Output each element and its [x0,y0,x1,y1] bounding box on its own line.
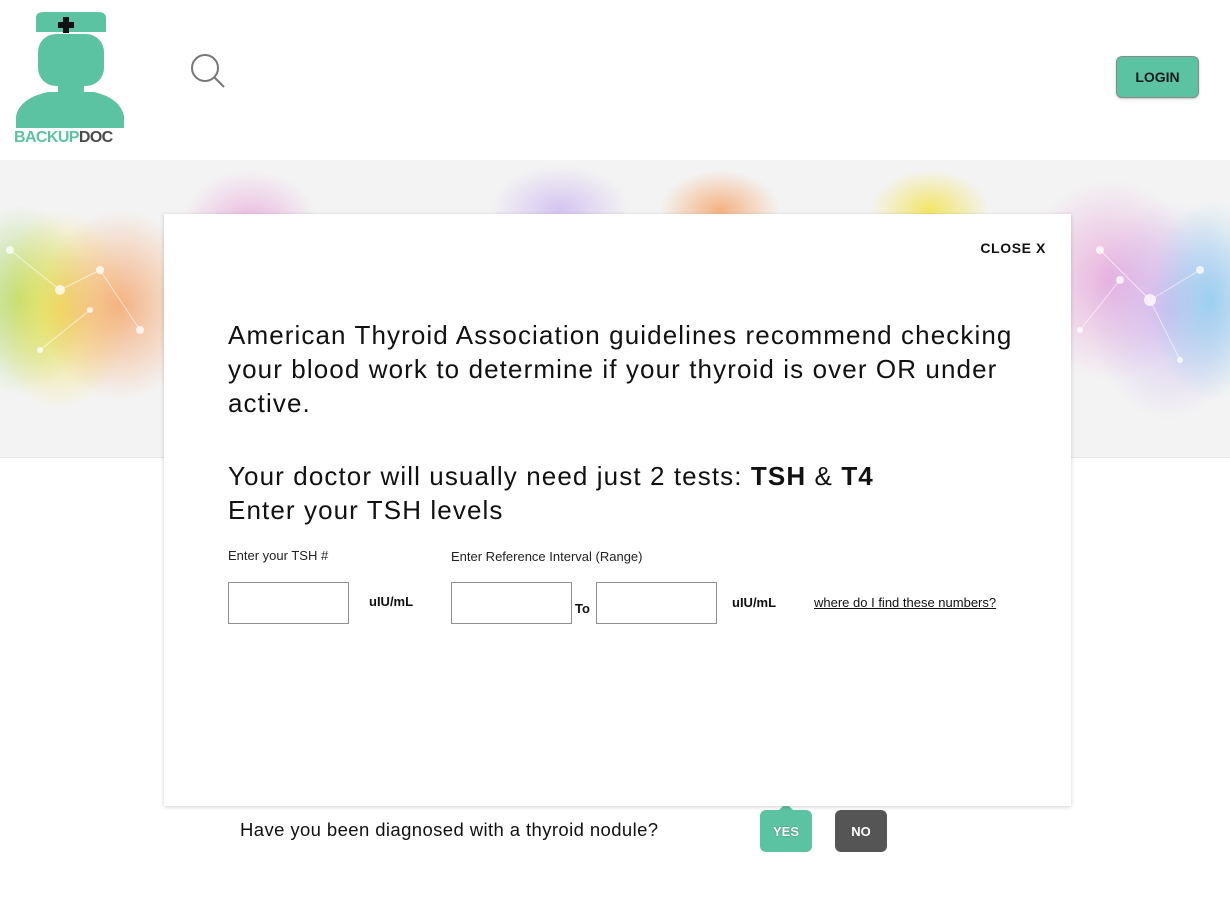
site-header: BACKUPDOC LOGIN [0,0,1230,160]
login-button[interactable]: LOGIN [1116,56,1199,98]
close-button[interactable]: CLOSE X [980,240,1046,256]
logo-wordmark: BACKUPDOC [14,129,113,146]
tsh-modal: CLOSE X American Thyroid Association gui… [164,214,1071,806]
tsh-input[interactable] [228,582,349,624]
find-numbers-link[interactable]: where do I find these numbers? [814,595,996,610]
nodule-question: Have you been diagnosed with a thyroid n… [240,819,659,840]
no-button[interactable]: NO [835,810,887,852]
range-unit: uIU/mL [732,595,777,610]
range-to-label: To [575,601,590,616]
doctor-avatar-icon [16,12,124,128]
yes-button[interactable]: YES [760,803,812,852]
tests-needed-text: Your doctor will usually need just 2 tes… [228,461,874,491]
range-label: Enter Reference Interval (Range) [451,549,643,564]
search-icon[interactable] [189,52,227,90]
enter-levels-heading: Enter your TSH levels [228,495,504,525]
tsh-unit: uIU/mL [369,594,414,609]
tsh-label: Enter your TSH # [228,548,329,563]
range-low-input[interactable] [451,582,572,624]
backupdoc-logo[interactable]: BACKUPDOC [12,12,132,148]
modal-intro-text: American Thyroid Association guidelines … [228,320,1013,418]
range-high-input[interactable] [596,582,717,624]
